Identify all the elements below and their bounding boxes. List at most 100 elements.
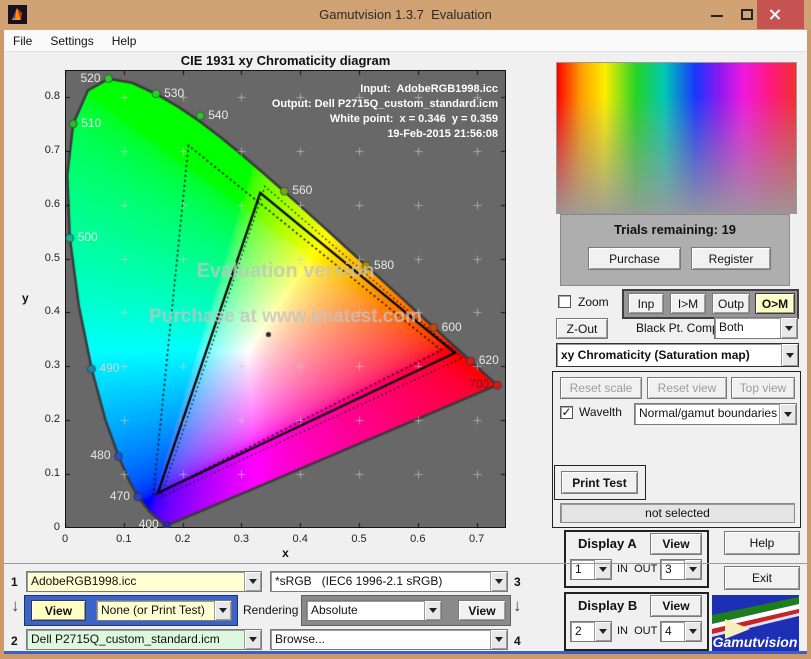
black-pt-comp-label: Black Pt. Comp.: [636, 321, 723, 335]
menu-file[interactable]: File: [4, 34, 41, 48]
zoom-checkbox[interactable]: [558, 295, 571, 308]
chevron-down-icon[interactable]: [780, 318, 797, 338]
display-b-in-select[interactable]: 2: [570, 621, 612, 642]
display-a-view-button[interactable]: View: [650, 533, 702, 555]
chevron-down-icon[interactable]: [781, 344, 798, 366]
trials-remaining-text: Trials remaining: 19: [613, 222, 737, 237]
menu-settings[interactable]: Settings: [41, 34, 102, 48]
annotation-output: Output: Dell P2715Q_custom_standard.icm: [271, 98, 498, 110]
slot3-profile-select[interactable]: *sRGB (IEC6 1996-2.1 sRGB): [270, 571, 508, 592]
wavelength-checkbox-label: Wavelth: [579, 405, 622, 419]
trials-panel: Trials remaining: 19 Purchase Register: [560, 214, 790, 286]
purchase-button[interactable]: Purchase: [588, 247, 681, 270]
menubar: File Settings Help: [4, 30, 807, 52]
z-out-button[interactable]: Z-Out: [556, 318, 608, 339]
chevron-down-icon[interactable]: [490, 572, 507, 591]
output-profile-select[interactable]: Dell P2715Q_custom_standard.icm: [26, 629, 262, 650]
x-tick-label: 0.1: [116, 533, 132, 545]
gamutvision-logo: Gamutvision: [712, 595, 799, 651]
reset-scale-button[interactable]: Reset scale: [560, 377, 642, 399]
display-a-in-out-label: IN OUT: [617, 563, 658, 575]
chart-title: CIE 1931 xy Chromaticity diagram: [180, 53, 391, 68]
top-view-button[interactable]: Top view: [731, 377, 795, 399]
wavelength-label-510: 510: [81, 115, 102, 130]
display-a-title: Display A: [578, 536, 637, 551]
y-axis-label: y: [22, 291, 29, 305]
down-arrow-icon: ↓: [11, 596, 20, 615]
output-to-monitor-button[interactable]: O>M: [755, 293, 795, 314]
x-tick-label: 0.7: [468, 533, 485, 545]
wavelength-label-540: 540: [208, 107, 229, 122]
menu-help[interactable]: Help: [103, 34, 146, 48]
x-tick-label: 0.4: [292, 533, 308, 545]
y-tick-label: 0.1: [44, 467, 60, 480]
display-b-view-button[interactable]: View: [650, 595, 702, 617]
wavelength-label-480: 480: [90, 448, 111, 463]
y-tick-label: 0.8: [44, 89, 60, 102]
view-right-button[interactable]: View: [458, 600, 506, 621]
chart-overlay: Input: AdobeRGB1998.icc Output: Dell P27…: [65, 70, 506, 532]
rendering-label: Rendering: [243, 603, 299, 617]
display-b-out-select[interactable]: 4: [660, 621, 702, 642]
minimize-button[interactable]: [700, 0, 734, 29]
wavelength-label-700: 700: [469, 377, 490, 392]
print-test-select[interactable]: None (or Print Test): [96, 600, 232, 621]
boundaries-select[interactable]: Normal/gamut boundaries: [634, 403, 797, 425]
display-mode-select[interactable]: xy Chromaticity (Saturation map): [556, 343, 799, 367]
y-tick-label: 0.4: [44, 305, 60, 318]
exit-button[interactable]: Exit: [724, 566, 800, 590]
chevron-down-icon[interactable]: [779, 404, 796, 424]
chevron-down-icon[interactable]: [490, 630, 507, 649]
slot4-number: 4: [514, 634, 521, 648]
chevron-down-icon[interactable]: [684, 622, 701, 641]
black-pt-comp-select[interactable]: Both: [714, 317, 798, 339]
view-left-button[interactable]: View: [31, 600, 86, 621]
display-b-title: Display B: [578, 598, 638, 613]
y-tick-label: 0: [53, 521, 60, 533]
gamutvision-window: Gamutvision 1.3.7 Evaluation File Settin…: [0, 0, 811, 659]
close-button[interactable]: [757, 0, 804, 29]
down-arrow-icon: ↓: [513, 596, 522, 615]
input-to-monitor-button[interactable]: I>M: [670, 293, 706, 314]
slot3-number: 3: [514, 575, 521, 589]
bottom-panel-separator: [4, 563, 807, 564]
x-tick-label: 0.6: [410, 533, 426, 545]
window-title: Gamutvision 1.3.7 Evaluation: [319, 7, 492, 22]
maximize-icon: [741, 9, 753, 20]
register-button[interactable]: Register: [691, 247, 771, 270]
chevron-down-icon[interactable]: [244, 630, 261, 649]
chevron-down-icon[interactable]: [594, 622, 611, 641]
x-tick-label: 0.5: [351, 533, 367, 545]
y-tick-label: 0.5: [44, 251, 60, 264]
chevron-down-icon[interactable]: [424, 601, 441, 620]
inp-button[interactable]: Inp: [628, 293, 664, 314]
outp-button[interactable]: Outp: [712, 293, 750, 314]
saturation-map-preview: [556, 62, 797, 214]
y-tick-label: 0.6: [44, 197, 60, 210]
y-tick-label: 0.7: [44, 143, 60, 156]
help-button[interactable]: Help: [724, 531, 800, 555]
x-axis-label: x: [282, 546, 289, 560]
chevron-down-icon[interactable]: [214, 601, 231, 620]
wavelength-label-620: 620: [478, 352, 499, 367]
wavelength-label-530: 530: [164, 85, 185, 100]
bottom-accent-line: [4, 651, 807, 654]
watermark-line2: Purchase at www.imatest.com: [149, 306, 422, 327]
wavelength-label-520: 520: [80, 70, 101, 85]
chevron-down-icon[interactable]: [244, 572, 261, 591]
zoom-checkbox-label: Zoom: [578, 295, 609, 309]
reset-view-button[interactable]: Reset view: [647, 377, 727, 399]
logo-text: Gamutvision: [713, 634, 798, 650]
rendering-intent-select[interactable]: Absolute: [306, 600, 442, 621]
wavelength-label-470: 470: [109, 488, 130, 503]
display-b-in-out-label: IN OUT: [617, 625, 658, 637]
wavelength-label-490: 490: [99, 361, 120, 376]
x-tick-label: 0.2: [174, 533, 191, 545]
slot4-profile-select[interactable]: Browse...: [270, 629, 508, 650]
slot1-number: 1: [11, 575, 18, 589]
print-test-button[interactable]: Print Test: [561, 471, 638, 494]
slot2-number: 2: [11, 634, 18, 648]
input-profile-select[interactable]: AdobeRGB1998.icc: [26, 571, 262, 592]
wavelength-label-600: 600: [441, 319, 462, 334]
wavelength-checkbox[interactable]: ✓: [560, 406, 573, 419]
